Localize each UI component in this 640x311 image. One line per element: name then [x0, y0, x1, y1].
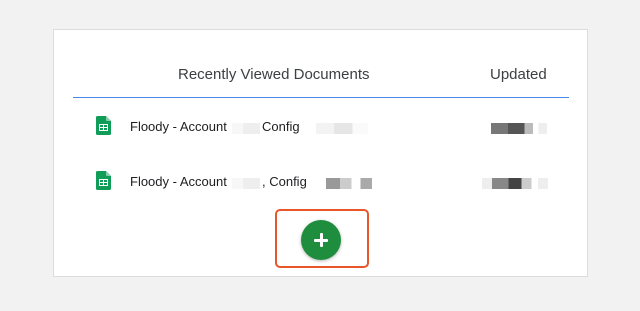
header-divider — [73, 97, 569, 98]
column-header-title[interactable]: Recently Viewed Documents — [178, 66, 369, 83]
recent-documents-card: Recently Viewed Documents Updated Floody… — [53, 29, 588, 277]
redacted-text — [232, 178, 260, 189]
document-name[interactable]: Floody - Account — [130, 119, 227, 134]
redacted-text — [316, 123, 368, 134]
document-name-suffix[interactable]: Config — [262, 119, 300, 134]
table-row[interactable]: Floody - Account , Config — [54, 168, 587, 198]
table-header: Recently Viewed Documents Updated — [54, 30, 587, 98]
plus-icon — [314, 233, 328, 247]
google-sheets-icon — [96, 116, 111, 135]
google-sheets-icon — [96, 171, 111, 190]
redacted-text — [326, 178, 372, 189]
document-name-suffix[interactable]: , Config — [262, 174, 307, 189]
redacted-text — [232, 123, 260, 134]
table-row[interactable]: Floody - Account Config — [54, 113, 587, 143]
add-document-button[interactable] — [301, 220, 341, 260]
document-name[interactable]: Floody - Account — [130, 174, 227, 189]
redacted-date — [491, 123, 547, 134]
column-header-updated[interactable]: Updated — [490, 66, 547, 83]
redacted-date — [482, 178, 548, 189]
